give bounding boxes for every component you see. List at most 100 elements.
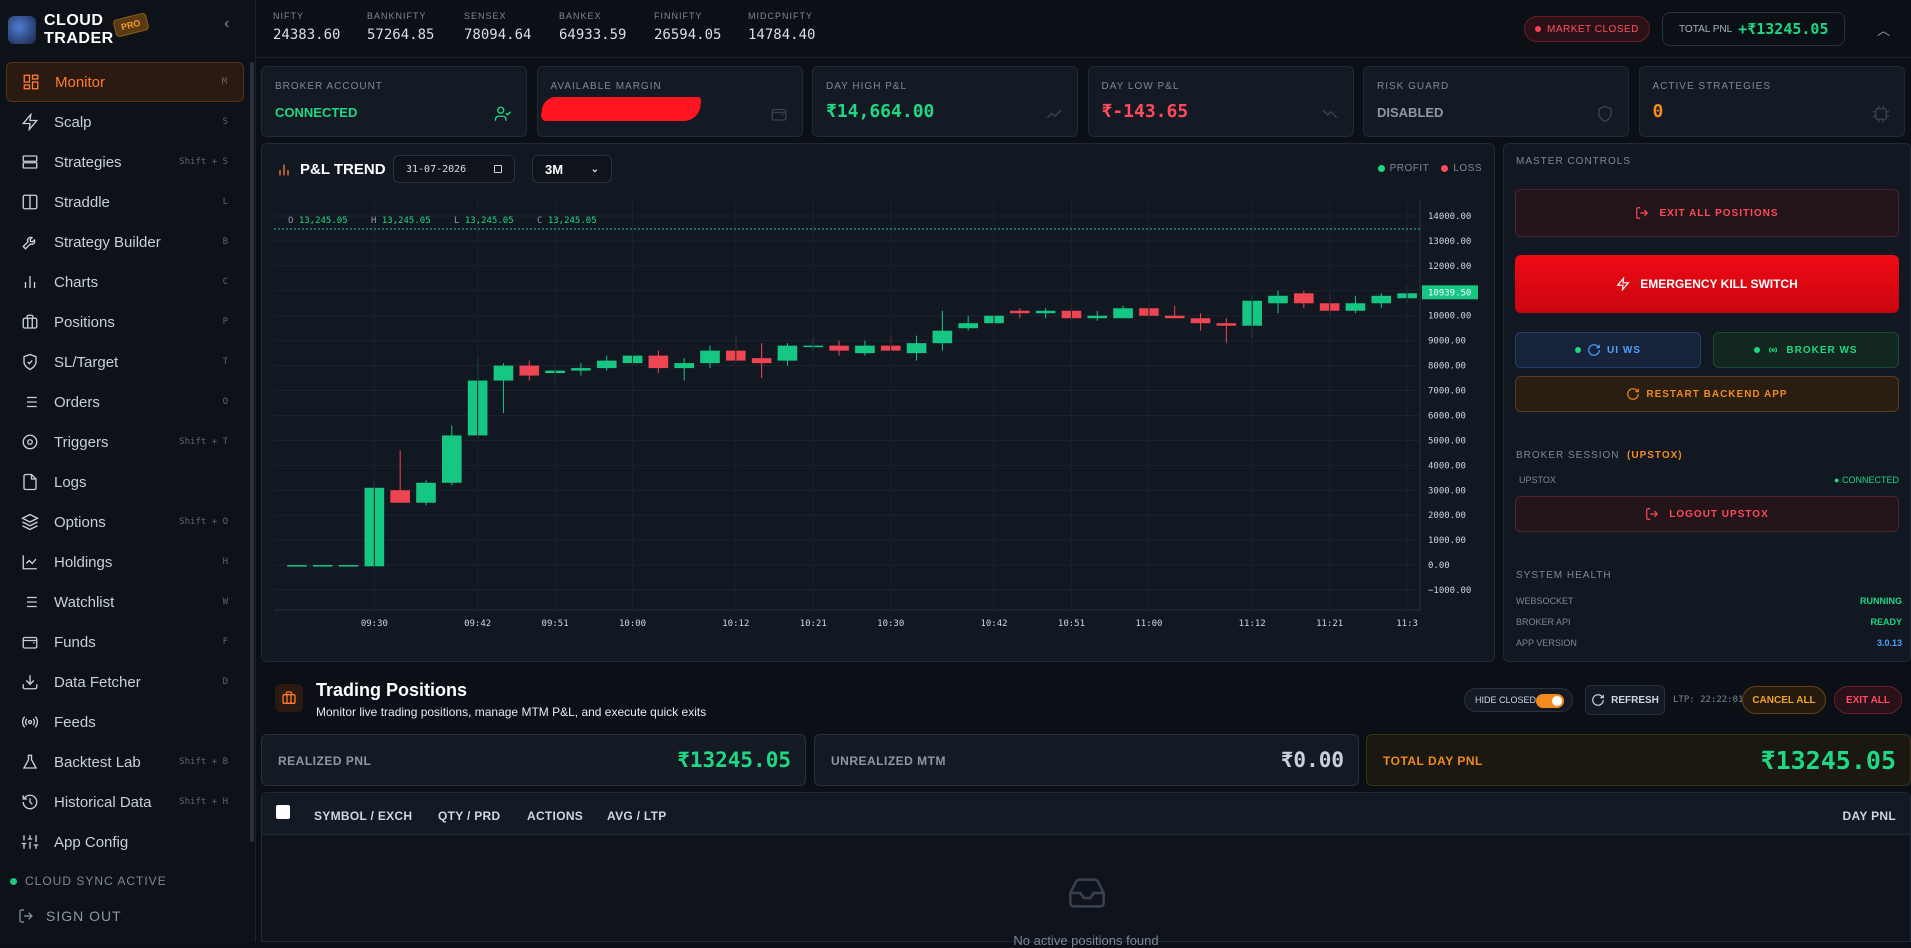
card-value: ₹14,664.00 xyxy=(826,101,935,122)
candle[interactable] xyxy=(1164,315,1185,319)
candle[interactable] xyxy=(958,323,978,329)
candle[interactable] xyxy=(700,350,720,364)
candle[interactable] xyxy=(442,435,462,483)
candle[interactable] xyxy=(777,345,798,361)
candle[interactable] xyxy=(571,368,591,371)
chevron-up-icon[interactable]: ︿ xyxy=(1877,20,1890,39)
col-symbol[interactable]: SYMBOL / EXCH xyxy=(314,809,412,823)
hide-closed-toggle[interactable]: HIDE CLOSED xyxy=(1464,688,1573,712)
candle[interactable] xyxy=(829,345,849,351)
sidebar-item-app-config[interactable]: App Config xyxy=(6,822,244,862)
candle[interactable] xyxy=(1345,303,1366,311)
candle[interactable] xyxy=(519,365,540,376)
candle[interactable] xyxy=(751,358,772,364)
candle[interactable] xyxy=(674,363,694,369)
brand-logo[interactable]: CLOUD TRADER xyxy=(8,8,114,52)
candle[interactable] xyxy=(1268,295,1288,304)
sidebar-item-straddle[interactable]: Straddle L xyxy=(6,182,244,222)
sidebar-item-backtest-lab[interactable]: Backtest Lab Shift + B xyxy=(6,742,244,782)
index-value: 24383.60 xyxy=(273,27,341,43)
candle[interactable] xyxy=(338,565,359,567)
total-pnl-label: TOTAL PNL xyxy=(1679,23,1733,35)
x-tick-label: 10:00 xyxy=(619,619,646,629)
bolt-icon xyxy=(20,112,40,132)
sidebar-item-data-fetcher[interactable]: Data Fetcher D xyxy=(6,662,244,702)
candle[interactable] xyxy=(1035,310,1056,314)
sidebar-item-strategy-builder[interactable]: Strategy Builder B xyxy=(6,222,244,262)
sidebar-item-positions[interactable]: Positions P xyxy=(6,302,244,342)
toggle-switch[interactable] xyxy=(1536,694,1564,708)
card-label: RISK GUARD xyxy=(1377,81,1450,92)
sidebar-item-sl-target[interactable]: SL/Target T xyxy=(6,342,244,382)
sidebar-scrollbar[interactable] xyxy=(250,62,254,842)
shortcut-hint: F xyxy=(222,637,228,647)
sidebar-item-watchlist[interactable]: Watchlist W xyxy=(6,582,244,622)
candlestick-chart[interactable]: 14000.0013000.0012000.0011000.0010000.00… xyxy=(274,200,1486,650)
sidebar-item-scalp[interactable]: Scalp S xyxy=(6,102,244,142)
sidebar-item-holdings[interactable]: Holdings H xyxy=(6,542,244,582)
candle[interactable] xyxy=(1087,315,1108,319)
logout-broker-button[interactable]: LOGOUT UPSTOX xyxy=(1515,496,1899,532)
index-banknifty[interactable]: BANKNIFTY 57264.85 xyxy=(367,11,434,43)
sidebar-item-charts[interactable]: Charts C xyxy=(6,262,244,302)
col-actions: ACTIONS xyxy=(527,809,584,823)
date-picker[interactable]: 31-07-2026 xyxy=(393,155,515,183)
col-day-pnl[interactable]: DAY PNL xyxy=(1843,809,1896,823)
index-name: NIFTY xyxy=(273,11,304,21)
select-all-checkbox[interactable] xyxy=(276,805,290,819)
sidebar-item-strategies[interactable]: Strategies Shift + S xyxy=(6,142,244,182)
exit-all-positions-button[interactable]: EXIT ALL POSITIONS xyxy=(1515,189,1899,237)
col-qty[interactable]: QTY / PRD xyxy=(438,809,501,823)
candle[interactable] xyxy=(1371,295,1392,304)
candle[interactable] xyxy=(932,330,953,344)
broker-ws-button[interactable]: BROKER WS xyxy=(1713,332,1899,368)
index-bankex[interactable]: BANKEX 64933.59 xyxy=(559,11,626,43)
candle[interactable] xyxy=(312,565,333,567)
candle[interactable] xyxy=(390,490,410,503)
candle[interactable] xyxy=(596,360,617,369)
candle[interactable] xyxy=(1010,310,1030,314)
wrench-icon xyxy=(20,232,40,252)
sign-out-button[interactable]: SIGN OUT xyxy=(18,908,122,924)
sidebar-item-options[interactable]: Options Shift + O xyxy=(6,502,244,542)
candle[interactable] xyxy=(493,365,514,381)
sidebar-item-historical-data[interactable]: Historical Data Shift + H xyxy=(6,782,244,822)
candle[interactable] xyxy=(648,355,669,369)
sidebar-item-logs[interactable]: Logs xyxy=(6,462,244,502)
candle[interactable] xyxy=(855,345,875,354)
candle[interactable] xyxy=(906,343,927,354)
col-avg-ltp[interactable]: AVG / LTP xyxy=(607,809,667,823)
sign-out-label: SIGN OUT xyxy=(46,908,122,924)
cancel-all-button[interactable]: CANCEL ALL xyxy=(1742,686,1826,714)
range-select[interactable]: 3M ⌄ xyxy=(532,155,612,183)
sidebar-item-label: Scalp xyxy=(54,113,92,131)
shortcut-hint: Shift + S xyxy=(179,157,228,167)
candle[interactable] xyxy=(287,565,307,567)
refresh-icon xyxy=(1588,344,1600,356)
candle[interactable] xyxy=(1190,318,1211,324)
range-value: 3M xyxy=(545,161,564,177)
positions-title: Trading Positions xyxy=(316,680,468,700)
ui-ws-button[interactable]: UI WS xyxy=(1515,332,1701,368)
sidebar-item-orders[interactable]: Orders O xyxy=(6,382,244,422)
candle[interactable] xyxy=(416,482,436,503)
candle[interactable] xyxy=(1294,293,1314,304)
emergency-kill-switch-button[interactable]: EMERGENCY KILL SWITCH xyxy=(1515,255,1899,313)
candle[interactable] xyxy=(1216,323,1237,326)
index-midcpnifty[interactable]: MIDCPNIFTY 14784.40 xyxy=(748,11,815,43)
refresh-button[interactable]: REFRESH xyxy=(1585,685,1665,715)
candle[interactable] xyxy=(1113,308,1133,319)
restart-backend-button[interactable]: RESTART BACKEND APP xyxy=(1515,376,1899,412)
exit-all-button[interactable]: EXIT ALL xyxy=(1834,686,1902,714)
calendar-icon[interactable] xyxy=(494,165,502,173)
index-sensex[interactable]: SENSEX 78094.64 xyxy=(464,11,531,43)
sidebar-item-funds[interactable]: Funds F xyxy=(6,622,244,662)
sidebar-item-triggers[interactable]: Triggers Shift + T xyxy=(6,422,244,462)
sidebar-item-monitor[interactable]: Monitor M xyxy=(6,62,244,102)
index-nifty[interactable]: NIFTY 24383.60 xyxy=(273,11,340,43)
x-tick-label: 10:21 xyxy=(800,619,827,629)
collapse-sidebar-icon[interactable]: ‹ xyxy=(224,15,229,33)
index-finnifty[interactable]: FINNIFTY 26594.05 xyxy=(654,11,721,43)
cloud-sync-status: CLOUD SYNC ACTIVE xyxy=(10,874,167,888)
sidebar-item-feeds[interactable]: Feeds xyxy=(6,702,244,742)
